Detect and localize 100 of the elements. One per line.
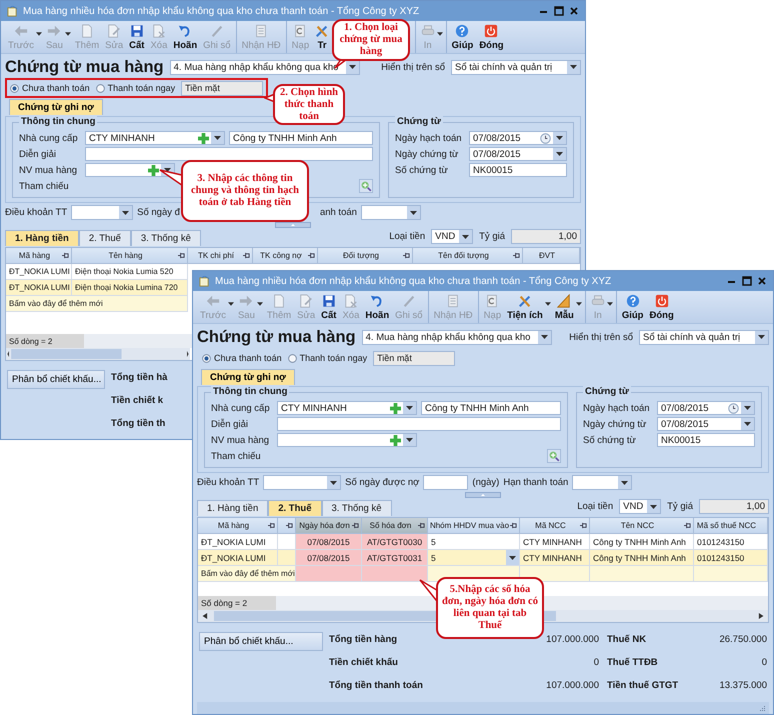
column-header[interactable]: Mã NCC xyxy=(520,518,590,534)
column-header[interactable]: Đối tượng xyxy=(318,248,413,264)
total-label: Tiền chiết khấu xyxy=(329,657,398,668)
table-cell[interactable]: 0101243150 xyxy=(694,550,768,566)
payment-method-field[interactable]: Tiền mặt xyxy=(181,80,264,96)
tab[interactable]: Chứng từ ghi nợ xyxy=(201,369,295,385)
tab[interactable]: Chứng từ ghi nợ xyxy=(9,99,103,115)
group-title: Thông tin chung xyxy=(211,386,290,397)
field-label: Ngày chứng từ xyxy=(583,418,648,430)
column-header[interactable]: Số hóa đơn xyxy=(362,518,428,534)
date-picker[interactable]: 07/08/2015 xyxy=(657,401,755,415)
toolbar-button[interactable]: Tiện ích xyxy=(504,291,552,323)
field-label: Số chứng từ xyxy=(395,164,449,176)
radio-button[interactable]: Thanh toán ngay xyxy=(96,83,176,93)
supplier-combo[interactable]: CTY MINHANH xyxy=(277,401,417,415)
table-cell[interactable]: ĐT_NOKIA LUMI xyxy=(198,550,278,566)
table-cell[interactable]: AT/GTGT0031 xyxy=(362,550,428,566)
column-header[interactable]: TK công nợ xyxy=(253,248,318,264)
column-header[interactable]: Mã số thuế NCC xyxy=(694,518,768,534)
voucher-number-field[interactable]: NK00015 xyxy=(657,433,755,447)
toolbar-button[interactable]: Tr xyxy=(312,21,332,53)
table-cell[interactable]: CTY MINHANH xyxy=(520,550,590,566)
column-header[interactable]: Tên đối tượng xyxy=(413,248,523,264)
table-cell[interactable]: 07/08/2015 xyxy=(296,550,362,566)
voucher-type-combo[interactable]: 4. Mua hàng nhập khẩu không qua kho xyxy=(362,330,552,344)
tab[interactable]: 2. Thuế xyxy=(78,230,131,246)
table-cell[interactable]: 5 xyxy=(428,550,520,566)
ledger-combo[interactable]: Sổ tài chính và quản trị xyxy=(451,60,581,74)
payment-method-field[interactable]: Tiền mặt xyxy=(373,350,456,366)
radio-button[interactable]: Thanh toán ngay xyxy=(288,353,368,363)
tax-label: Thuế NK xyxy=(606,634,646,645)
allocate-discount-button[interactable]: Phân bổ chiết khấu... xyxy=(199,632,323,651)
group-title: Chứng từ xyxy=(395,116,443,127)
supplier-name-field[interactable]: Công ty TNHH Minh Anh xyxy=(421,401,561,415)
date-picker[interactable]: 07/08/2015 xyxy=(657,417,755,431)
field-label: anh toán xyxy=(320,207,357,218)
field-label: Tham chiếu xyxy=(19,180,70,192)
group-title: Thông tin chung xyxy=(19,116,98,127)
row-count: Số dòng = 2 xyxy=(6,334,84,348)
ledger-combo[interactable]: Sổ tài chính và quản trị xyxy=(639,330,769,344)
voucher-number-field[interactable]: NK00015 xyxy=(469,163,567,177)
date-picker[interactable]: 07/08/2015 xyxy=(469,131,567,145)
add-row-hint[interactable]: Bấm vào đây để thêm mới xyxy=(6,296,188,312)
field-label: Số chứng từ xyxy=(583,434,637,446)
field-label: Diễn giải xyxy=(211,418,249,430)
tab[interactable]: 1. Hàng tiền xyxy=(5,230,79,246)
column-header[interactable]: Mã hàng xyxy=(6,248,72,264)
supplier-combo[interactable]: CTY MINHANH xyxy=(85,131,225,145)
tax-value: 13.375.000 xyxy=(719,680,767,691)
radio-button[interactable]: Chưa thanh toán xyxy=(202,353,282,363)
table-cell[interactable]: Công ty TNHH Minh Anh xyxy=(590,550,694,566)
column-header[interactable]: ĐVT xyxy=(523,248,580,264)
toolbar-button[interactable]: Mẫu xyxy=(552,291,583,323)
tab[interactable]: 2. Thuế xyxy=(268,500,322,516)
tab[interactable]: 1. Hàng tiền xyxy=(197,500,268,516)
field-label: Ngày hạch toán xyxy=(395,132,463,144)
total-value: 107.000.000 xyxy=(546,680,599,691)
allocate-discount-button[interactable]: Phân bổ chiết khấu... xyxy=(7,370,105,389)
currency-combo[interactable]: VND xyxy=(619,499,662,514)
row-count: Số dòng = 2 xyxy=(198,596,276,610)
toolbar-button[interactable]: Cất xyxy=(126,21,148,53)
table-cell[interactable]: Điện thoại Nokia Lumina 720 xyxy=(72,280,188,296)
toolbar-button[interactable]: Đóng xyxy=(646,291,677,323)
column-header[interactable]: Nhóm HHDV mua vào xyxy=(428,518,520,534)
toolbar-button[interactable]: Đóng xyxy=(476,21,507,53)
toolbar-button[interactable]: Cất xyxy=(318,291,340,323)
table-cell[interactable]: ĐT_NOKIA LUMI xyxy=(6,280,72,296)
callout-tooltip: 5.Nhập các số hóa đơn, ngày hóa đơn có liên quan tại tab Thuế xyxy=(436,577,544,639)
exchange-rate-field[interactable]: 1,00 xyxy=(511,229,581,244)
callout-tooltip: 2. Chọn hình thức thanh toán xyxy=(273,84,345,125)
radio-button[interactable]: Chưa thanh toán xyxy=(10,83,90,93)
field-label: NV mua hàng xyxy=(19,164,78,176)
add-row-hint[interactable]: Bấm vào đây để thêm mới xyxy=(198,566,296,582)
toolbar-button[interactable]: Giúp xyxy=(448,21,476,53)
callout-tooltip: 3. Nhập các thông tin chung và thông tin hạch toán ở tab Hàng tiền xyxy=(181,160,309,222)
column-header[interactable]: Tên NCC xyxy=(590,518,694,534)
exchange-rate-field[interactable]: 1,00 xyxy=(699,499,769,514)
field-label: Hiển thị trên sổ xyxy=(569,332,633,342)
table-cell[interactable]: AT/GTGT0030 xyxy=(362,534,428,550)
column-header[interactable]: TK chi phí xyxy=(188,248,253,264)
column-header[interactable]: Mã hàng xyxy=(198,518,278,534)
table-row[interactable]: ĐT_NOKIA LUMI 07/08/2015 AT/GTGT0031 5 CTY MINHANH Công ty TNHH Minh Anh 0101243150 xyxy=(198,550,768,566)
window-title: Mua hàng nhiều hóa đơn nhập khẩu không qua kho chưa thanh toán - Tổng Công ty XYZ xyxy=(215,276,612,286)
tab[interactable]: 3. Thống kê xyxy=(130,230,201,246)
table-row[interactable]: ĐT_NOKIA LUMI Điện thoại Nokia Lumina 720 xyxy=(6,280,188,296)
field-label: Điều khoản TT xyxy=(5,207,68,218)
toolbar-button[interactable]: Hoãn xyxy=(362,291,392,323)
field-label: Tỷ giá xyxy=(667,501,693,512)
column-header[interactable]: Tên hàng xyxy=(72,248,188,264)
tab[interactable]: 3. Thống kê xyxy=(322,500,392,516)
total-label: Tiền chiết k xyxy=(111,395,164,406)
date-picker[interactable]: 07/08/2015 xyxy=(469,147,567,161)
supplier-name-field[interactable]: Công ty TNHH Minh Anh xyxy=(229,131,373,145)
toolbar-button[interactable]: Giúp xyxy=(618,291,646,323)
table-cell[interactable]: 07/08/2015 xyxy=(296,534,362,550)
total-value: 107.000.000 xyxy=(546,634,599,645)
field-label: Ngày hạch toán xyxy=(583,402,651,414)
currency-combo[interactable]: VND xyxy=(431,229,474,244)
toolbar-button[interactable]: Hoãn xyxy=(170,21,200,53)
column-header[interactable]: Ngày hóa đơn xyxy=(296,518,362,534)
